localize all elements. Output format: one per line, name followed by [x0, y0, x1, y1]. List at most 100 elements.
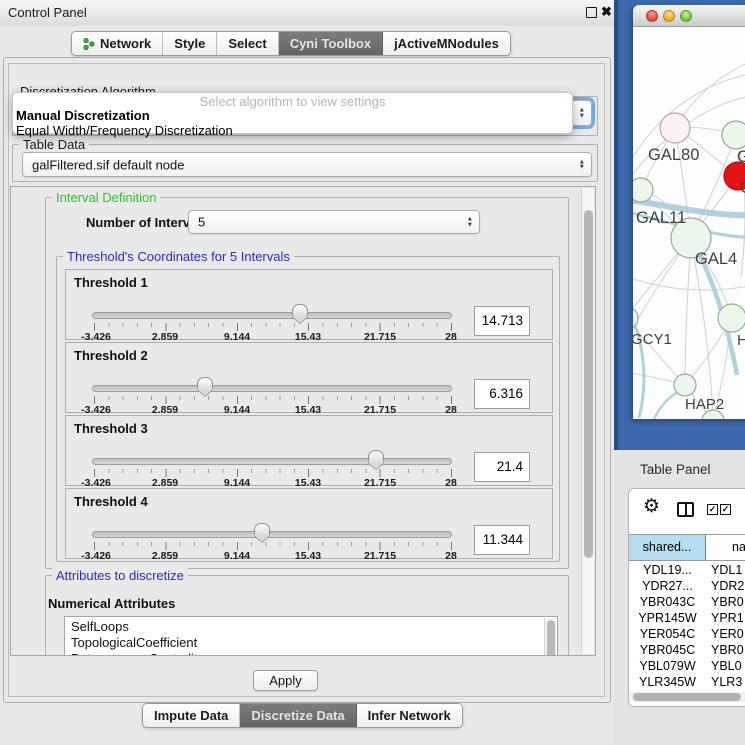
threshold-slider-thumb[interactable]	[368, 450, 384, 462]
close-traffic-light[interactable]	[646, 10, 658, 22]
columns-icon[interactable]	[677, 502, 694, 517]
tab-impute-data[interactable]: Impute Data	[143, 704, 240, 727]
threshold-panel-4: Threshold 4 -3.4262.8599.14415.4321.7152…	[65, 488, 553, 559]
minimize-traffic-light[interactable]	[663, 10, 675, 22]
desktop-edge-shadow	[614, 0, 618, 450]
threshold-panel-3: Threshold 3 -3.4262.8599.14415.4321.7152…	[65, 415, 553, 486]
node-hap2[interactable]	[674, 374, 696, 396]
cell-name[interactable]: YER0	[706, 627, 745, 641]
node-gal80[interactable]	[660, 113, 690, 143]
number-of-intervals-combo[interactable]: 5 ▲▼	[188, 210, 480, 234]
table-row[interactable]: YPR145W YPR1	[629, 610, 745, 626]
threshold-slider-thumb[interactable]	[197, 377, 213, 389]
dropdown-prompt-item[interactable]: Select algorithm to view settings	[13, 95, 572, 108]
select-all-checkbox-icon[interactable]: ✓	[707, 504, 718, 515]
tab-style[interactable]: Style	[163, 32, 217, 55]
cell-name[interactable]: YPR1	[706, 611, 745, 625]
cell-name[interactable]: YDR2	[706, 579, 745, 593]
slider-major-ticks	[94, 542, 452, 550]
table-row[interactable]: YER054C YER0	[629, 626, 745, 642]
cell-name[interactable]: YBR0	[706, 595, 745, 609]
slider-track[interactable]	[92, 458, 452, 465]
network-canvas[interactable]: GAL80 GA C GAL11 GAL4 GCY1 H HAP2	[633, 27, 745, 419]
cell-shared-name[interactable]: YBR045C	[629, 643, 706, 657]
table-row[interactable]: YBR043C YBR0	[629, 594, 745, 610]
bottom-tab-bar: Impute Data Discretize Data Infer Networ…	[142, 703, 463, 728]
threshold-value-field[interactable]: 14.713	[474, 306, 530, 336]
tab-discretize-data[interactable]: Discretize Data	[240, 704, 356, 727]
number-of-intervals-value: 5	[198, 215, 205, 230]
cell-shared-name[interactable]: YBR043C	[629, 595, 706, 609]
dropdown-item-manual[interactable]: Manual Discretization	[13, 109, 572, 123]
table-row[interactable]: YBL079W YBL0	[629, 658, 745, 674]
table-row[interactable]: YLR345W YLR3	[629, 674, 745, 690]
cell-name[interactable]: YBL0	[706, 659, 745, 673]
threshold-value-field[interactable]: 21.4	[474, 452, 530, 482]
table-row[interactable]: YDR27... YDR2	[629, 578, 745, 594]
tab-jactivemnodules[interactable]: jActiveMNodules	[383, 32, 510, 55]
cell-shared-name[interactable]: YLR345W	[629, 675, 706, 689]
slider-track[interactable]	[92, 531, 452, 538]
network-icon	[83, 37, 95, 51]
window-titlebar[interactable]	[633, 5, 745, 27]
table-hscrollbar[interactable]	[630, 692, 745, 702]
attributes-list[interactable]: SelfLoopsTopologicalCoefficientBetweenne…	[64, 616, 558, 656]
tab-network[interactable]: Network	[72, 32, 163, 55]
table-row[interactable]: YIL052C YIL0	[629, 690, 745, 691]
cell-shared-name[interactable]: YER054C	[629, 627, 706, 641]
dropdown-item-equal-width[interactable]: Equal Width/Frequency Discretization	[13, 124, 572, 138]
apply-button[interactable]: Apply	[253, 670, 318, 691]
algorithm-dropdown-popup: Select algorithm to view settings Manual…	[12, 92, 573, 134]
threshold-slider-thumb[interactable]	[254, 523, 270, 535]
interval-definition-groupbox: Interval Definition Number of Intervals …	[45, 197, 569, 569]
list-scrollbar[interactable]	[544, 618, 556, 656]
tab-select[interactable]: Select	[217, 32, 278, 55]
table-row[interactable]: YBR045C YBR0	[629, 642, 745, 658]
list-item[interactable]: BetweennessCentrality	[65, 651, 543, 656]
threshold-slider[interactable]: -3.4262.8599.14415.4321.71528	[92, 310, 453, 340]
zoom-traffic-light[interactable]	[680, 10, 692, 22]
table-row[interactable]: YDL19... YDL1	[629, 562, 745, 578]
node-h[interactable]	[718, 304, 745, 332]
close-icon[interactable]: ✖	[601, 4, 612, 20]
threshold-slider[interactable]: -3.4262.8599.14415.4321.71528	[92, 529, 453, 559]
tab-infer-network[interactable]: Infer Network	[357, 704, 462, 727]
table-hscrollbar-thumb[interactable]	[633, 693, 741, 701]
list-item[interactable]: SelfLoops	[65, 619, 543, 635]
column-header-shared[interactable]: shared...	[629, 535, 706, 560]
network-view-window: GAL80 GA C GAL11 GAL4 GCY1 H HAP2	[633, 5, 745, 419]
threshold-slider[interactable]: -3.4262.8599.14415.4321.71528	[92, 456, 453, 486]
tab-cyni-toolbox[interactable]: Cyni Toolbox	[279, 32, 383, 55]
node-ga[interactable]	[722, 121, 745, 149]
node-gal11[interactable]	[633, 178, 653, 202]
panel-scrollbar-thumb[interactable]	[584, 210, 593, 558]
cell-name[interactable]: YLR3	[706, 675, 745, 689]
cell-shared-name[interactable]: YBL079W	[629, 659, 706, 673]
cell-name[interactable]: YDL1	[706, 563, 745, 577]
cell-shared-name[interactable]: YDL19...	[629, 563, 706, 577]
table-data-group-title: Table Data	[19, 137, 89, 152]
column-header-name[interactable]: na	[706, 535, 745, 560]
threshold-slider-thumb[interactable]	[292, 304, 308, 316]
svg-text:GCY1: GCY1	[633, 331, 672, 348]
panel-scrollbar[interactable]	[581, 188, 594, 654]
table-data-combo[interactable]: galFiltered.sif default node ▲▼	[22, 152, 592, 177]
gear-icon[interactable]: ⚙	[643, 495, 660, 518]
list-item[interactable]: TopologicalCoefficient	[65, 635, 543, 651]
node-gcy1[interactable]	[633, 307, 638, 329]
threshold-value-field[interactable]: 11.344	[474, 525, 530, 555]
svg-text:HAP2: HAP2	[685, 396, 724, 413]
panel-title: Control Panel	[8, 5, 87, 20]
top-tab-bar: Network Style Select Cyni Toolbox jActiv…	[71, 31, 511, 56]
select-none-checkbox-icon[interactable]: ✓	[720, 504, 731, 515]
threshold-slider[interactable]: -3.4262.8599.14415.4321.71528	[92, 383, 453, 413]
cell-name[interactable]: YBR0	[706, 643, 745, 657]
slider-track[interactable]	[92, 385, 452, 392]
cell-shared-name[interactable]: YPR145W	[629, 611, 706, 625]
threshold-label: Threshold 1	[74, 275, 148, 290]
slider-track[interactable]	[92, 312, 452, 319]
cell-shared-name[interactable]: YDR27...	[629, 579, 706, 593]
threshold-panel-2: Threshold 2 -3.4262.8599.14415.4321.7152…	[65, 342, 553, 413]
threshold-value-field[interactable]: 6.316	[474, 379, 530, 409]
float-window-icon[interactable]	[586, 7, 597, 18]
